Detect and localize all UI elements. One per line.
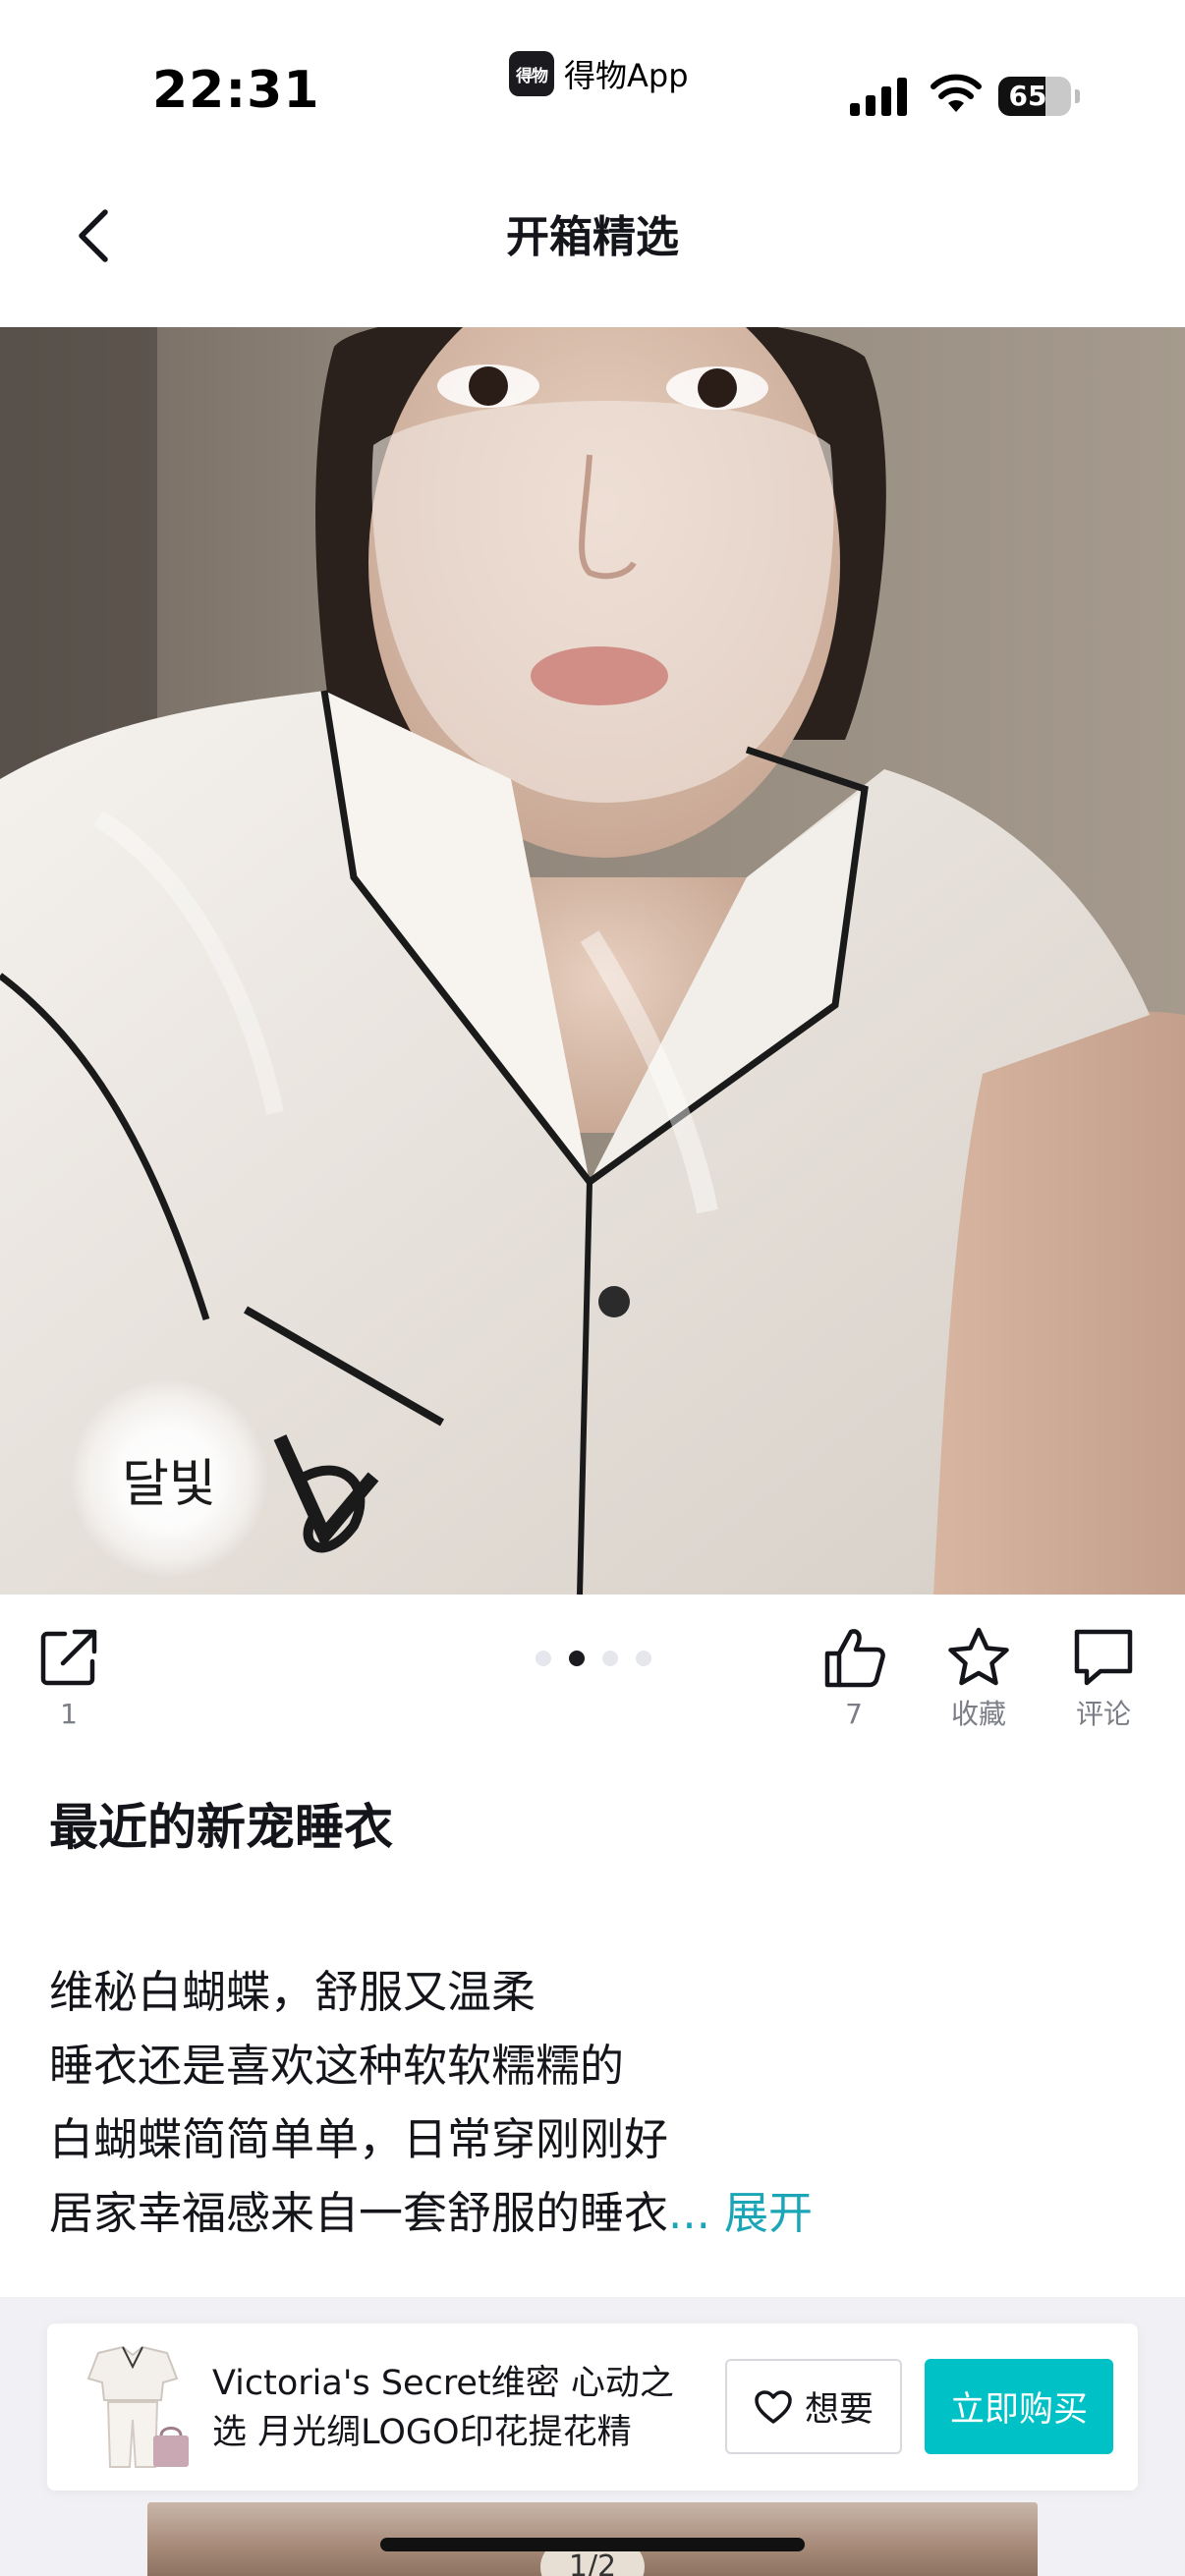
post-photo[interactable]: 달빛 <box>0 327 1185 1595</box>
wifi-icon <box>931 74 982 112</box>
comment-icon <box>1074 1629 1133 1686</box>
product-thumbnail <box>69 2341 197 2473</box>
battery-indicator: 65 <box>998 77 1080 116</box>
share-icon <box>40 1629 97 1686</box>
post-line-text: 居家幸福感来自一套舒服的睡衣 <box>49 2187 669 2239</box>
battery-icon: 65 <box>998 77 1071 116</box>
heart-icon <box>755 2389 792 2424</box>
status-time: 22:31 <box>152 61 320 120</box>
wish-button[interactable]: 想要 <box>725 2359 902 2454</box>
pager-dot <box>602 1651 618 1666</box>
app-logo-icon: 得物 <box>509 51 554 96</box>
wish-label: 想要 <box>804 2390 874 2430</box>
like-count: 7 <box>845 1698 863 1730</box>
post-body: 维秘白蝴蝶，舒服又温柔 睡衣还是喜欢这种软软糯糯的 白蝴蝶简简单单，日常穿刚刚好… <box>49 1955 1140 2250</box>
status-bar: 22:31 得物 得物App 65 <box>0 0 1185 147</box>
favorite-label: 收藏 <box>950 1698 1006 1730</box>
post-line: 白蝴蝶简简单单，日常穿刚刚好 <box>49 2113 669 2165</box>
buy-now-button[interactable]: 立即购买 <box>925 2359 1113 2454</box>
chevron-left-icon <box>79 209 108 262</box>
post-action-bar: 1 7 收藏 评论 <box>0 1595 1185 1752</box>
product-name: Victoria's Secret维密 心动之选 月光绸LOGO印花提花精 <box>212 2364 674 2452</box>
share-count: 1 <box>60 1698 78 1730</box>
product-card[interactable]: Victoria's Secret维密 心动之选 月光绸LOGO印花提花精 想要… <box>47 2324 1138 2491</box>
photo-tag-label[interactable]: 달빛 <box>71 1380 267 1577</box>
star-icon <box>948 1627 1009 1686</box>
share-button[interactable]: 1 <box>37 1626 100 1730</box>
navigation-bar: 开箱精选 <box>0 147 1185 327</box>
thumbs-up-icon <box>824 1629 885 1688</box>
battery-cap <box>1075 89 1080 103</box>
post-line: 维秘白蝴蝶，舒服又温柔 <box>49 1966 536 2018</box>
image-pager-dots <box>536 1651 651 1666</box>
comment-button[interactable]: 评论 <box>1071 1626 1136 1730</box>
pager-dot <box>536 1651 551 1666</box>
cellular-signal-icon <box>850 78 907 116</box>
page-title: 开箱精选 <box>506 212 679 262</box>
status-app-indicator[interactable]: 得物 得物App <box>509 51 689 96</box>
post-line: 睡衣还是喜欢这种软软糯糯的 <box>49 2040 625 2092</box>
like-button[interactable]: 7 <box>821 1626 886 1730</box>
expand-link[interactable]: 展开 <box>724 2187 813 2239</box>
status-app-name: 得物App <box>564 57 689 94</box>
back-button[interactable] <box>59 201 128 270</box>
favorite-button[interactable]: 收藏 <box>946 1626 1011 1730</box>
pager-dot <box>636 1651 651 1666</box>
post-line-last: 居家幸福感来自一套舒服的睡衣... 展开 <box>49 2176 1140 2250</box>
truncation-ellipsis: ... <box>668 2187 710 2239</box>
comment-label: 评论 <box>1075 1698 1131 1730</box>
home-indicator[interactable] <box>380 2538 805 2551</box>
pager-dot <box>569 1651 585 1666</box>
post-title: 最近的新宠睡衣 <box>49 1799 393 1856</box>
post-detail-page: 22:31 得物 得物App 65 开箱精选 달빛 1 7 收藏 评论 最近的新… <box>0 0 1185 2576</box>
battery-text: 65 <box>1008 80 1047 112</box>
